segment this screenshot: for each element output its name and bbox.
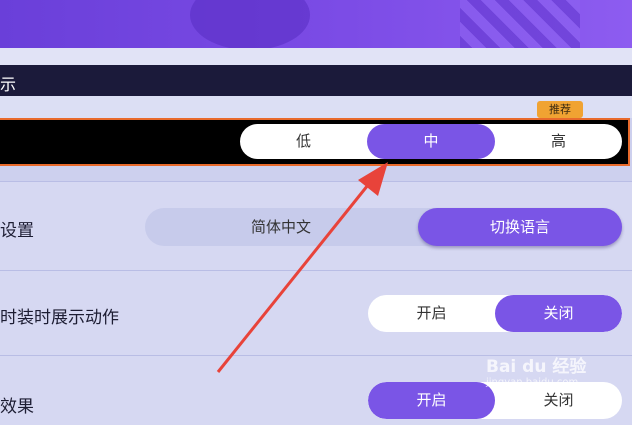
section-title: 示: [0, 75, 17, 94]
language-label: 设置: [0, 221, 34, 241]
watermark-brand: Bai du 经验: [486, 357, 587, 377]
top-banner: [0, 0, 632, 48]
outfit-action-toggle: 开启 关闭: [368, 295, 622, 332]
quality-segmented-control: 低 中 高: [240, 124, 622, 159]
quality-option-medium[interactable]: 中: [367, 124, 495, 159]
banner-decoration: [190, 0, 310, 48]
outfit-action-label: 时装时展示动作: [0, 308, 119, 328]
switch-language-button[interactable]: 切换语言: [418, 208, 622, 246]
banner-decoration-checker: [460, 0, 580, 48]
sub-band: [0, 48, 632, 65]
effects-label: 效果: [0, 397, 34, 417]
baidu-watermark: Bai du 经验 jingyan.baidu.com: [486, 352, 586, 388]
quality-option-low[interactable]: 低: [240, 124, 367, 159]
outfit-action-option-on[interactable]: 开启: [368, 295, 495, 332]
outfit-action-option-off[interactable]: 关闭: [495, 295, 622, 332]
effects-option-on[interactable]: 开启: [368, 382, 495, 419]
recommended-badge: 推荐: [537, 101, 583, 118]
watermark-url: jingyan.baidu.com: [486, 377, 579, 388]
outfit-action-row: 时装时展示动作 开启 关闭: [0, 271, 632, 355]
quality-setting-row: 低 中 高: [0, 118, 630, 166]
quality-option-high[interactable]: 高: [495, 124, 622, 159]
language-current-value: 简体中文: [250, 218, 311, 236]
section-header: 示: [0, 65, 632, 96]
